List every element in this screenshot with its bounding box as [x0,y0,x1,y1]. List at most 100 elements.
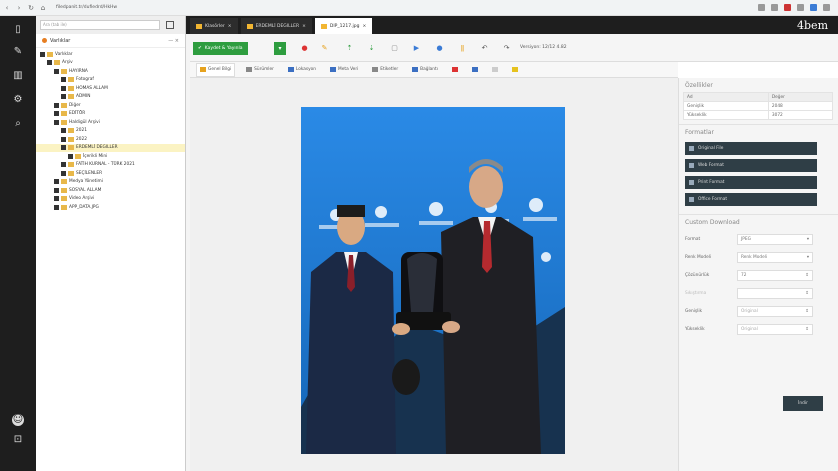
tab-extra-1[interactable] [449,63,461,77]
tree-item[interactable]: FATİH KURNAL - TÜRK 2021 [36,161,185,170]
tree-item[interactable]: HOMAS ALLAM [36,84,185,93]
expand-icon[interactable] [54,187,59,193]
extension-icon[interactable] [784,4,791,11]
format-select[interactable]: JPEG ▾ [737,233,813,245]
tree-item[interactable]: Haldigül Arşivi [36,118,185,127]
tab-erdemli[interactable]: ERDEMLİ DEGILLER × [240,18,312,34]
tree-item[interactable]: Varlıklar [36,50,185,59]
back-icon[interactable]: ‹ [4,4,10,11]
play-icon[interactable]: ▶ [412,44,421,53]
expand-icon[interactable] [40,51,45,57]
menu-icon[interactable] [823,4,830,11]
tree-item[interactable]: HAYIRNA [36,67,185,76]
tree-controls[interactable]: — × [168,38,179,44]
tree-item[interactable]: ADMIN [36,93,185,102]
search-icon[interactable]: ⌕ [12,118,24,130]
office-format-button[interactable]: Office Format [685,193,817,206]
avatar[interactable]: ☺ [12,414,24,426]
expand-icon[interactable] [54,196,59,202]
expand-icon[interactable] [54,204,59,210]
tab-extra-3[interactable] [489,63,501,77]
expand-icon[interactable] [54,179,59,185]
expand-icon[interactable] [54,119,59,125]
expand-icon[interactable] [61,85,66,91]
tree-item[interactable]: Arşiv [36,59,185,68]
expand-icon[interactable] [68,153,73,159]
chart-icon[interactable]: ▥ [12,70,24,82]
tree-item[interactable]: İçerikli Mini [36,152,185,161]
color-model-select[interactable]: Renk Modeli ▾ [737,251,813,263]
tab-links[interactable]: Bağlantı [409,63,441,77]
expand-icon[interactable] [54,102,59,108]
expand-icon[interactable] [54,68,59,74]
expand-icon[interactable] [61,77,66,83]
expand-icon[interactable] [61,145,66,151]
compression-stepper[interactable]: ⇕ [737,287,813,299]
close-icon[interactable]: × [228,24,232,29]
expand-icon[interactable] [61,136,66,142]
tree-item[interactable]: EDİTÖR [36,110,185,119]
tab-general[interactable]: Genel Bilgi [196,62,236,77]
profile-icon[interactable] [810,4,817,11]
expand-icon[interactable] [61,170,66,176]
crop-icon[interactable]: ▢ [390,44,399,53]
tab-klasorler[interactable]: Klasörler × [190,18,238,34]
expand-icon[interactable] [61,94,66,100]
resolution-stepper[interactable]: 72 ⇕ [737,269,813,281]
download-icon [689,197,694,202]
logout-icon[interactable]: ⊡ [12,434,24,446]
original-file-button[interactable]: Original File [685,142,817,155]
gear-icon[interactable]: ⚙ [12,94,24,106]
tree-item[interactable]: SOSYAL ALLAM [36,186,185,195]
tree-item[interactable]: ERDEMLİ DEGILLER [36,143,185,152]
preview-image[interactable] [301,107,565,454]
tree-item[interactable]: APP_DATA.JPG [36,203,185,212]
info-icon[interactable]: ● [435,44,444,53]
tree-item[interactable]: Fotograf [36,76,185,85]
save-publish-button[interactable]: ✔ Kaydet & Yayınla [193,42,248,55]
tab-extra-4[interactable] [509,63,521,77]
wrench-icon[interactable]: ✎ [12,46,24,58]
tab-location[interactable]: Lokasyon [285,63,319,77]
height-stepper[interactable]: Original ⇕ [737,323,813,335]
tree-item[interactable]: 2021 [36,127,185,136]
width-stepper[interactable]: Original ⇕ [737,305,813,317]
expand-icon[interactable] [61,162,66,168]
tab-extra-2[interactable] [469,63,481,77]
close-icon[interactable]: × [302,24,306,29]
tree-item[interactable]: Diğer [36,101,185,110]
tree-item[interactable]: 2022 [36,135,185,144]
panel-toggle-icon[interactable] [166,21,174,29]
extension-icon[interactable] [797,4,804,11]
tab-versions[interactable]: Sürümler [243,63,277,77]
tree-item[interactable]: SEÇİLENLER [36,169,185,178]
tree-search-input[interactable]: Ara (tab ile) [40,20,160,30]
undo-icon[interactable]: ↶ [480,44,489,53]
tab-tags[interactable]: Etiketler [369,63,401,77]
web-format-button[interactable]: Web Format [685,159,817,172]
redo-icon[interactable]: ↷ [502,44,511,53]
tree-item[interactable]: Video Arşivi [36,195,185,204]
close-icon[interactable]: × [363,24,367,29]
extension-icon[interactable] [771,4,778,11]
home-icon[interactable]: ⌂ [40,4,46,11]
expand-icon[interactable] [54,111,59,117]
reload-icon[interactable]: ↻ [28,4,34,11]
forward-icon[interactable]: › [16,4,22,11]
tab-image[interactable]: DIP_1217.jpg × [314,18,373,34]
lock-icon[interactable]: ǁ [458,44,467,53]
expand-icon[interactable] [61,128,66,134]
edit-icon[interactable]: ✎ [320,44,329,53]
file-icon[interactable]: ▯ [12,24,24,36]
extension-icon[interactable] [758,4,765,11]
tab-metadata[interactable]: Meta Veri [327,63,361,77]
stop-icon[interactable]: ● [300,44,309,53]
print-format-button[interactable]: Print Format [685,176,817,189]
save-options-dropdown[interactable]: ▾ [274,42,286,55]
tree-item[interactable]: Medya Yönetimi [36,178,185,187]
address-bar[interactable]: filedpanit.tr/dufiedrd/HkHw [56,5,117,10]
download-button[interactable]: İndir [783,396,823,411]
upload-icon[interactable]: ⇡ [345,44,354,53]
expand-icon[interactable] [47,60,52,66]
download-icon[interactable]: ⇣ [367,44,376,53]
